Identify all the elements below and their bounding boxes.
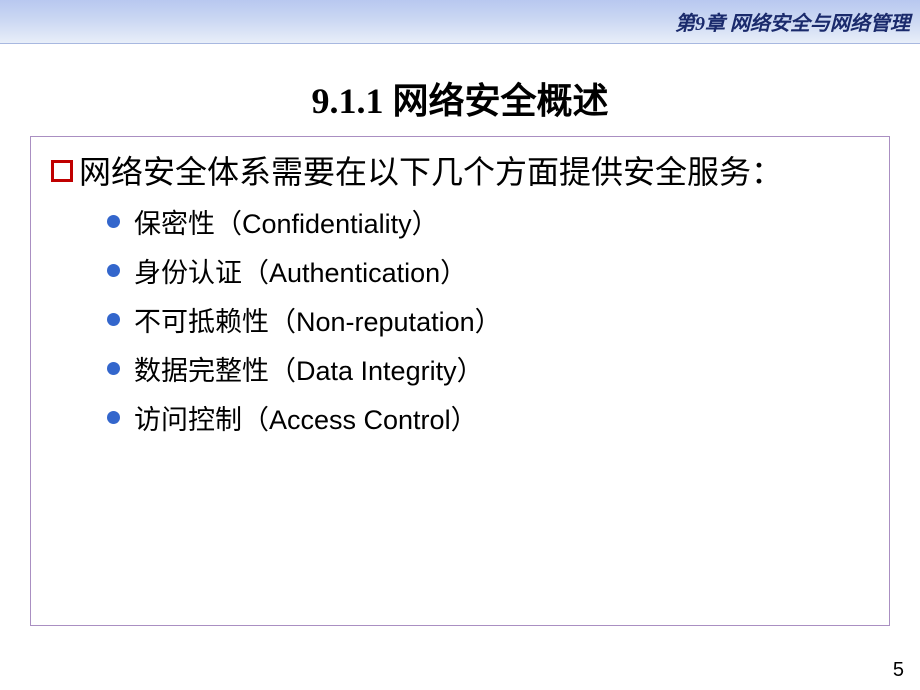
chapter-label: 第9章 网络安全与网络管理 <box>675 7 910 36</box>
slide-title: 9.1.1 网络安全概述 <box>0 72 920 124</box>
main-bullet: 网络安全体系需要在以下几个方面提供安全服务： <box>51 151 869 194</box>
service-text: 访问控制（Access Control） <box>134 398 478 437</box>
dot-bullet-icon <box>107 264 120 277</box>
content-box: 网络安全体系需要在以下几个方面提供安全服务： 保密性（Confidentiali… <box>30 136 890 626</box>
service-cn: 访问控制 <box>134 405 242 435</box>
list-item: 数据完整性（Data Integrity） <box>107 349 869 388</box>
service-cn: 不可抵赖性 <box>134 307 269 337</box>
service-text: 身份认证（Authentication） <box>134 251 467 290</box>
service-cn: 身份认证 <box>134 258 242 288</box>
dot-bullet-icon <box>107 362 120 375</box>
list-item: 访问控制（Access Control） <box>107 398 869 437</box>
service-list: 保密性（Confidentiality） 身份认证（Authentication… <box>107 202 869 437</box>
service-cn: 保密性 <box>134 209 215 239</box>
service-text: 数据完整性（Data Integrity） <box>134 349 484 388</box>
page-number: 5 <box>893 659 904 682</box>
dot-bullet-icon <box>107 313 120 326</box>
list-item: 身份认证（Authentication） <box>107 251 869 290</box>
service-cn: 数据完整性 <box>134 356 269 386</box>
dot-bullet-icon <box>107 411 120 424</box>
header-bar: 第9章 网络安全与网络管理 <box>0 0 920 44</box>
service-text: 保密性（Confidentiality） <box>134 202 439 241</box>
service-en: Confidentiality <box>242 209 412 239</box>
service-en: Non-reputation <box>296 307 475 337</box>
checkbox-bullet-icon <box>51 160 73 182</box>
service-en: Data Integrity <box>296 356 457 386</box>
list-item: 保密性（Confidentiality） <box>107 202 869 241</box>
service-en: Access Control <box>269 405 451 435</box>
dot-bullet-icon <box>107 215 120 228</box>
slide: 第9章 网络安全与网络管理 9.1.1 网络安全概述 网络安全体系需要在以下几个… <box>0 0 920 690</box>
service-en: Authentication <box>269 258 440 288</box>
list-item: 不可抵赖性（Non-reputation） <box>107 300 869 339</box>
service-text: 不可抵赖性（Non-reputation） <box>134 300 502 339</box>
main-bullet-text: 网络安全体系需要在以下几个方面提供安全服务： <box>79 151 783 194</box>
